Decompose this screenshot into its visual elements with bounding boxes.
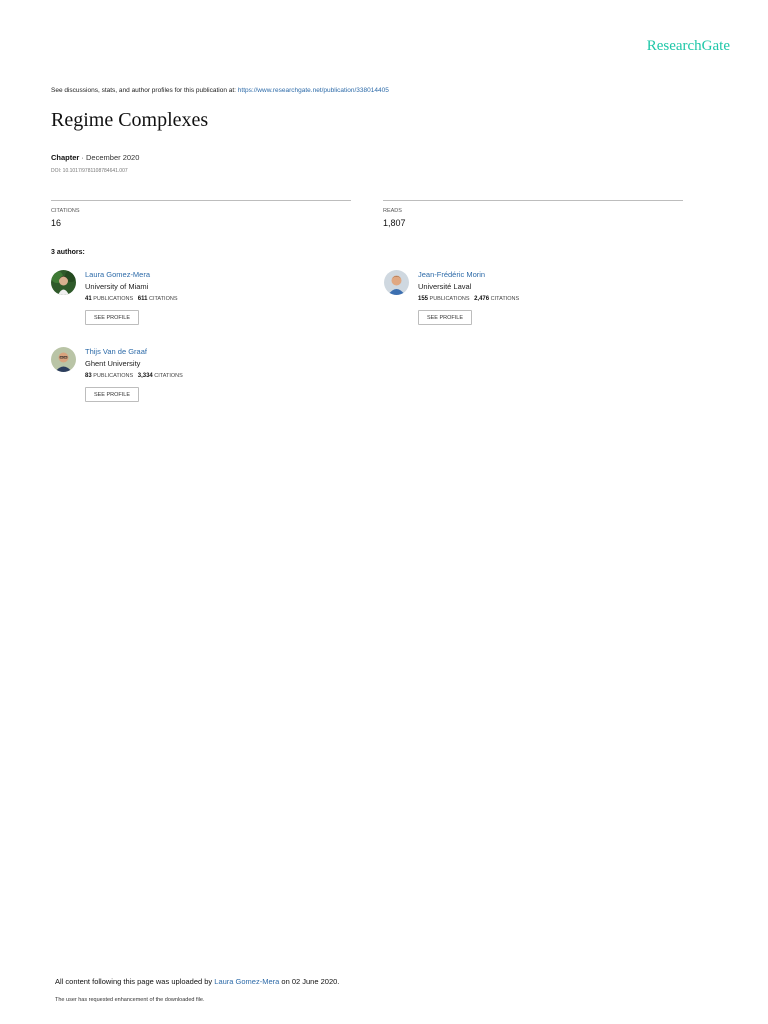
author-name[interactable]: Jean-Frédéric Morin — [418, 270, 485, 279]
see-profile-button[interactable]: SEE PROFILE — [85, 310, 139, 325]
citations-count: 2,476 — [474, 296, 490, 302]
discussions-text: See discussions, stats, and author profi… — [51, 87, 238, 94]
citations-label: CITATIONS — [490, 296, 520, 302]
researchgate-logo[interactable]: ResearchGate — [647, 38, 730, 55]
publications-count: 155 — [418, 296, 429, 302]
author-avatar[interactable] — [51, 270, 76, 295]
author-card: Thijs Van de Graaf Ghent University 83 P… — [51, 347, 351, 407]
authors-heading: 3 authors: — [51, 249, 85, 256]
citations-stat: CITATIONS 16 — [51, 200, 351, 228]
author-avatar[interactable] — [384, 270, 409, 295]
publications-label: PUBLICATIONS — [93, 296, 134, 302]
meta-separator: · — [79, 153, 87, 162]
reads-value: 1,807 — [383, 218, 406, 228]
see-profile-button[interactable]: SEE PROFILE — [418, 310, 472, 325]
author-name[interactable]: Thijs Van de Graaf — [85, 347, 147, 356]
publications-count: 83 — [85, 373, 92, 379]
publication-meta: Chapter · December 2020 — [51, 153, 139, 162]
publication-link[interactable]: https://www.researchgate.net/publication… — [238, 87, 389, 94]
publications-label: PUBLICATIONS — [93, 373, 134, 379]
upload-note: All content following this page was uplo… — [55, 977, 339, 986]
author-institution: Université Laval — [418, 282, 472, 291]
author-stats: 41 PUBLICATIONS 611 CITATIONS — [85, 296, 178, 302]
upload-suffix: on 02 June 2020. — [279, 977, 340, 986]
publications-label: PUBLICATIONS — [429, 296, 470, 302]
author-name[interactable]: Laura Gomez-Mera — [85, 270, 150, 279]
discussions-line: See discussions, stats, and author profi… — [51, 87, 389, 94]
citations-value: 16 — [51, 218, 62, 228]
see-profile-button[interactable]: SEE PROFILE — [85, 387, 139, 402]
enhancement-note: The user has requested enhancement of th… — [55, 997, 205, 1003]
publication-date: December 2020 — [86, 153, 140, 162]
author-card: Laura Gomez-Mera University of Miami 41 … — [51, 270, 351, 330]
uploader-link[interactable]: Laura Gomez-Mera — [214, 977, 279, 986]
upload-prefix: All content following this page was uplo… — [55, 977, 215, 986]
author-stats: 155 PUBLICATIONS 2,476 CITATIONS — [418, 296, 519, 302]
author-institution: Ghent University — [85, 359, 141, 368]
publications-count: 41 — [85, 296, 92, 302]
author-card: Jean-Frédéric Morin Université Laval 155… — [384, 270, 684, 330]
reads-label: READS — [383, 208, 402, 214]
reads-stat: READS 1,807 — [383, 200, 683, 228]
author-institution: University of Miami — [85, 282, 149, 291]
citations-label: CITATIONS — [154, 373, 183, 379]
citations-count: 3,334 — [137, 373, 153, 379]
author-stats: 83 PUBLICATIONS 3,334 CITATIONS — [85, 373, 183, 379]
author-avatar[interactable] — [51, 347, 76, 372]
page-title: Regime Complexes — [51, 109, 209, 131]
publication-type: Chapter — [51, 153, 80, 162]
doi: DOI: 10.1017/9781108784641.007 — [51, 168, 128, 174]
citations-label: CITATIONS — [51, 208, 80, 214]
citations-label: CITATIONS — [148, 296, 178, 302]
citations-count: 611 — [137, 296, 148, 302]
